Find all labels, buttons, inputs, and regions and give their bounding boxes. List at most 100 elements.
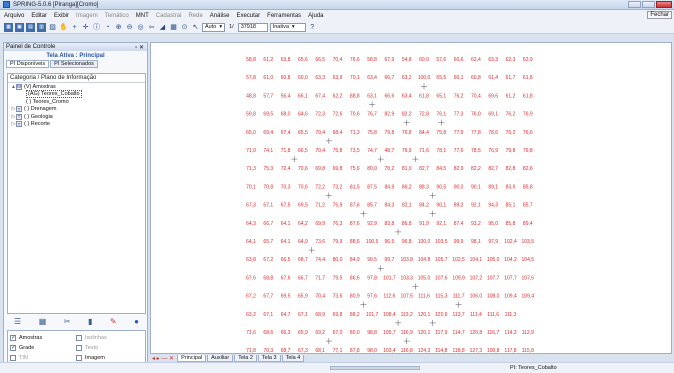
menu-analise[interactable]: Análise bbox=[210, 13, 230, 19]
tab-tela-4[interactable]: Tela 4 bbox=[281, 354, 305, 362]
checkbox-box[interactable] bbox=[76, 355, 82, 361]
pencil-icon[interactable]: ✎ bbox=[110, 317, 117, 326]
checkbox-isolinhas[interactable]: Isolinhas bbox=[76, 335, 142, 341]
menu-cadastral[interactable]: Cadastral bbox=[156, 13, 182, 19]
help-icon[interactable]: ● bbox=[134, 317, 139, 326]
menu-ferramentas[interactable]: Ferramentas bbox=[267, 13, 301, 19]
menu-executar[interactable]: Executar bbox=[236, 13, 260, 19]
move-icon[interactable]: ✛ bbox=[81, 23, 90, 32]
tab-nav-icon[interactable]: ◂ ▸ — ✕ bbox=[152, 355, 174, 362]
zoom-out-icon[interactable]: ⊖ bbox=[125, 23, 134, 32]
back-icon[interactable]: ⇦ bbox=[147, 23, 156, 32]
menu-arquivo[interactable]: Arquivo bbox=[4, 13, 24, 19]
tree-item[interactable]: ▷ T( ) Geologia bbox=[8, 113, 145, 121]
help-pointer-icon[interactable]: ? bbox=[308, 23, 317, 32]
tab-tela-2[interactable]: Tela 2 bbox=[234, 354, 257, 362]
panel-close-icon[interactable]: ▫ ✕ bbox=[135, 44, 144, 51]
grid-value: 69,5 bbox=[281, 294, 291, 300]
project-icon[interactable]: ▣ bbox=[15, 22, 24, 32]
grid-value: 78,1 bbox=[436, 148, 446, 154]
map-canvas[interactable]: 58,8 61,2 63,8 65,6 66,5 70,4 76,6 58,8 67,9 54,8… bbox=[150, 42, 672, 363]
grid-value: 65,9 bbox=[298, 330, 308, 336]
status-select[interactable]: Inativa ▾ bbox=[269, 22, 306, 32]
grid-value: 65,5 bbox=[436, 75, 446, 81]
checkbox-texto[interactable]: Texto bbox=[76, 345, 142, 351]
horizontal-scrollbar[interactable] bbox=[330, 366, 420, 370]
tab-pi-selecionados[interactable]: PI Selecionados bbox=[50, 60, 98, 68]
tab-principal[interactable]: Principal bbox=[177, 354, 207, 362]
paint-icon[interactable]: ◢ bbox=[158, 23, 167, 32]
grid-value: 75,8 bbox=[333, 148, 343, 154]
minimize-button[interactable] bbox=[628, 1, 641, 8]
draw-icon[interactable]: ▨ bbox=[48, 23, 57, 32]
grid-value: 65,5 bbox=[298, 130, 308, 136]
grid-value: 63,2 bbox=[402, 75, 412, 81]
checkbox-amostras[interactable]: Amostras bbox=[10, 334, 76, 341]
checkbox-box[interactable] bbox=[76, 345, 82, 351]
checkbox-box[interactable] bbox=[10, 334, 16, 341]
grid-value: 57,8 bbox=[246, 75, 256, 81]
sample-point-marker bbox=[291, 156, 298, 163]
tools-icon[interactable]: ✂ bbox=[64, 317, 71, 326]
tree-item[interactable]: ▷ T( ) Drenagem bbox=[8, 106, 145, 114]
info-icon[interactable]: ⓘ bbox=[92, 23, 101, 32]
menu-rede[interactable]: Rede bbox=[188, 13, 202, 19]
menu-exibir[interactable]: Exibir bbox=[54, 13, 69, 19]
grid-value: 77,9 bbox=[454, 130, 464, 136]
layer-icon[interactable]: ▤ bbox=[26, 22, 35, 32]
grid-value: 90,5 bbox=[367, 257, 377, 263]
checkbox-grade[interactable]: Grade bbox=[10, 344, 76, 351]
zoom-in-icon[interactable]: ⊕ bbox=[114, 23, 123, 32]
menu-imagem[interactable]: Imagem bbox=[76, 13, 98, 19]
menu-editar[interactable]: Editar bbox=[31, 13, 47, 19]
panel-icon[interactable]: ▥ bbox=[37, 22, 46, 32]
grid-value: 71,7 bbox=[315, 275, 325, 281]
maximize-button[interactable] bbox=[642, 1, 655, 8]
database-icon[interactable]: ▦ bbox=[4, 22, 13, 32]
close-button[interactable] bbox=[656, 1, 672, 8]
menu-ajuda[interactable]: Ajuda bbox=[308, 13, 323, 19]
grid-value: 104,5 bbox=[522, 257, 535, 263]
grid-value: 92,9 bbox=[367, 221, 377, 227]
checkbox-tin[interactable]: TIN bbox=[10, 355, 76, 361]
grid-value: 107,2 bbox=[470, 275, 483, 281]
list-icon[interactable]: ☰ bbox=[14, 317, 21, 326]
pan-icon[interactable]: ✋ bbox=[59, 23, 68, 32]
grid-value: 81,0 bbox=[402, 166, 412, 172]
chart-icon[interactable]: ▮ bbox=[88, 317, 92, 326]
grid-value: 82,7 bbox=[488, 166, 498, 172]
scale-input[interactable]: 37918 bbox=[237, 22, 268, 32]
fechar-button[interactable]: Fechar bbox=[647, 11, 672, 19]
grid-value: 56,4 bbox=[281, 93, 291, 99]
grid-value: 97,9 bbox=[488, 239, 498, 245]
mode-select[interactable]: Auto ▾ bbox=[202, 22, 226, 32]
grid-value: 120,8 bbox=[470, 330, 483, 336]
checkbox-box[interactable] bbox=[76, 335, 82, 341]
select-icon[interactable]: ◔ bbox=[103, 23, 112, 32]
checkbox-imagem[interactable]: Imagem bbox=[76, 355, 142, 361]
checkbox-box[interactable] bbox=[10, 344, 16, 351]
grid-value: 74,4 bbox=[315, 257, 325, 263]
tree-item[interactable]: ▷ T( ) Recorte bbox=[8, 121, 145, 129]
zoom-area-icon[interactable]: ◎ bbox=[136, 23, 145, 32]
tab-pi-disponiveis[interactable]: PI Disponíveis bbox=[6, 60, 50, 68]
add-icon[interactable]: + bbox=[70, 23, 79, 32]
tab-auxiliar[interactable]: Auxiliar bbox=[207, 354, 234, 362]
grid-value: 61,4 bbox=[488, 75, 498, 81]
menu-mnt[interactable]: MNT bbox=[136, 13, 149, 19]
tree-item[interactable]: (AG) Teores_Cobalto bbox=[8, 90, 145, 99]
grid-value: 70,6 bbox=[298, 184, 308, 190]
grid-value: 108,4 bbox=[383, 312, 396, 318]
grid-icon[interactable]: ▦ bbox=[169, 23, 178, 32]
zoom-icon[interactable]: ⊙ bbox=[180, 23, 189, 32]
cursor-icon[interactable]: ↖ bbox=[191, 23, 200, 32]
grid-value: 104,2 bbox=[504, 257, 517, 263]
checkbox-box[interactable] bbox=[10, 355, 16, 361]
grid-value: 64,9 bbox=[298, 239, 308, 245]
grid-value: 88,8 bbox=[350, 93, 360, 99]
table-icon[interactable]: ▦ bbox=[39, 317, 47, 326]
tree-item[interactable]: ( ) Teores_Cromo bbox=[8, 98, 145, 106]
menu-tematico[interactable]: Temático bbox=[105, 13, 129, 19]
tab-tela-3[interactable]: Tela 3 bbox=[257, 354, 281, 362]
grid-value: 76,6 bbox=[523, 130, 533, 136]
